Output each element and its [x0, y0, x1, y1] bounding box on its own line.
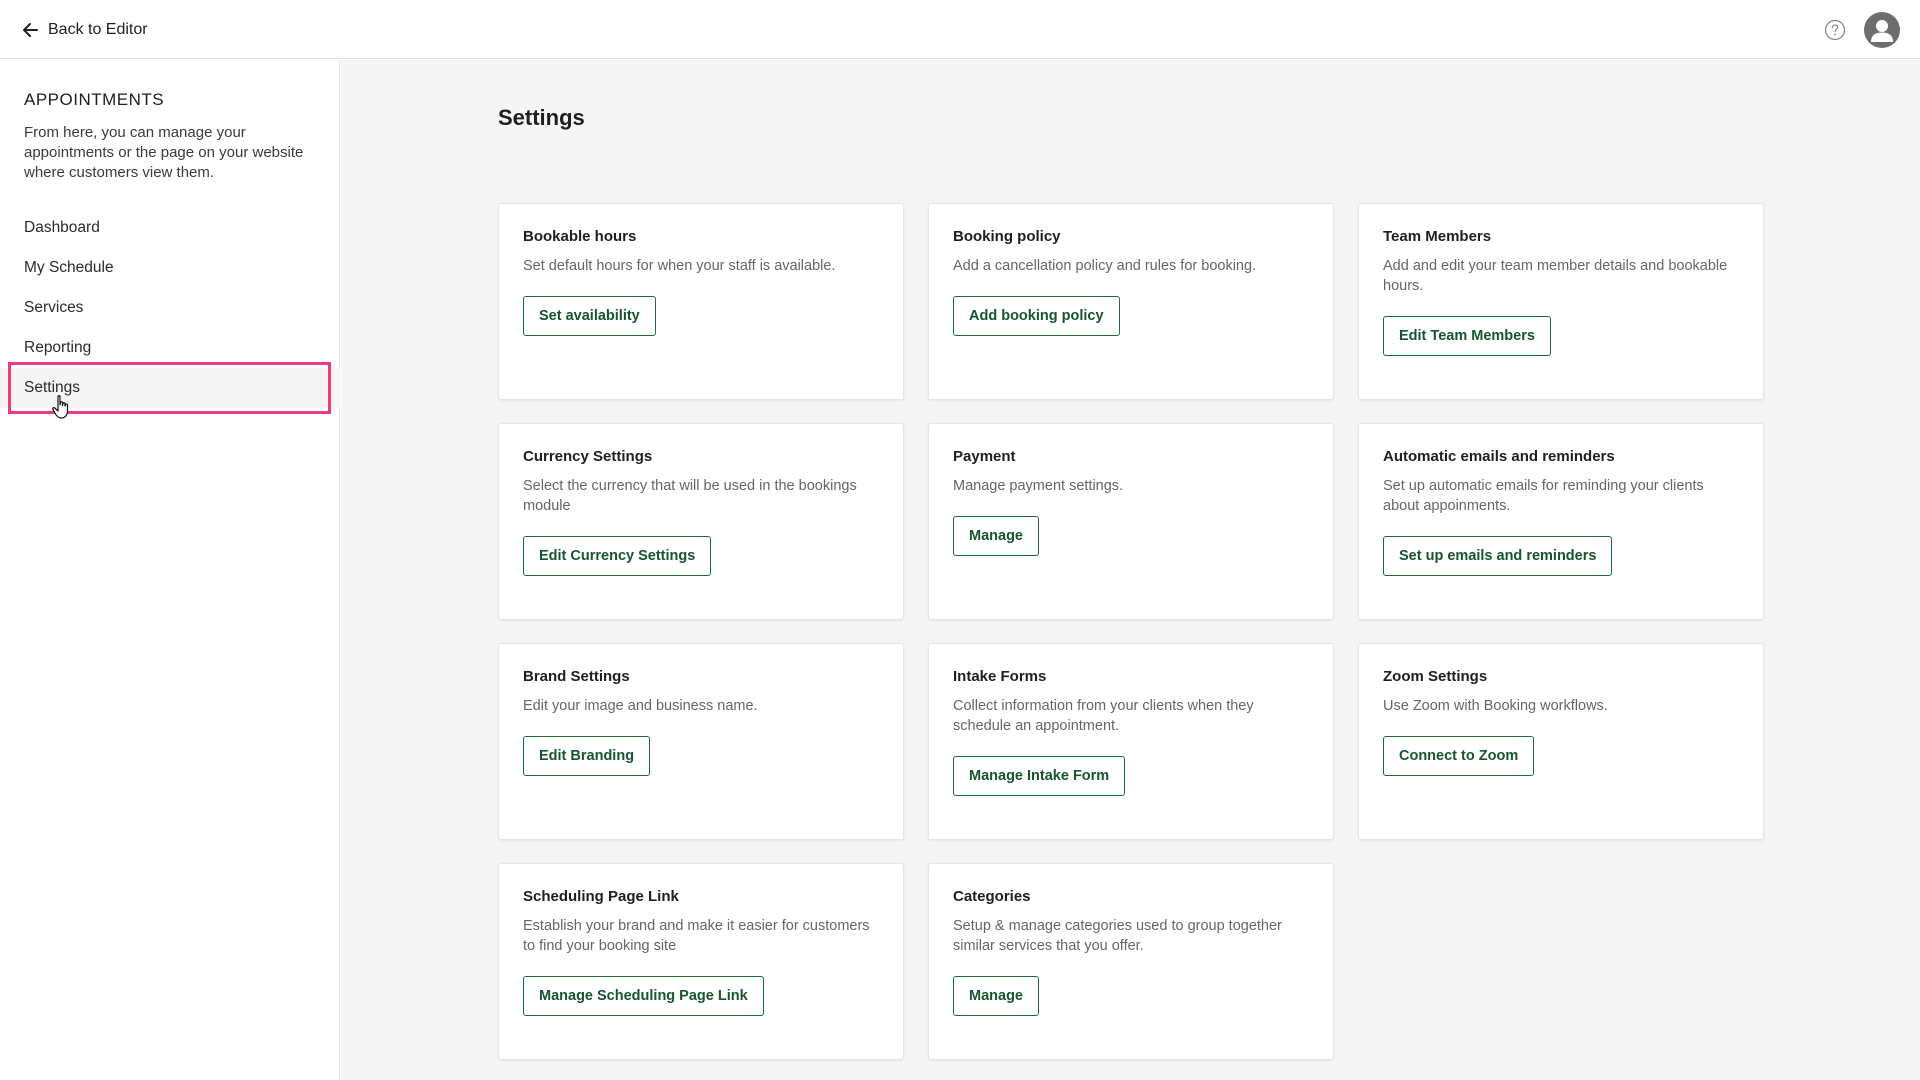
sidebar-description: From here, you can manage your appointme…: [24, 124, 304, 181]
sidebar-item-dashboard[interactable]: Dashboard: [0, 208, 340, 248]
card-description: Edit your image and business name.: [523, 698, 758, 714]
card-team-members: Team Members Add and edit your team memb…: [1358, 203, 1764, 400]
edit-team-members-button[interactable]: Edit Team Members: [1383, 316, 1551, 356]
card-description: Establish your brand and make it easier …: [523, 918, 870, 954]
card-description: Add a cancellation policy and rules for …: [953, 258, 1257, 274]
edit-branding-button[interactable]: Edit Branding: [523, 736, 651, 776]
card-description: Setup & manage categories used to group …: [953, 918, 1282, 954]
add-booking-policy-button[interactable]: Add booking policy: [953, 296, 1120, 336]
sidebar-item-services[interactable]: Services: [0, 288, 340, 328]
card-brand-settings: Brand Settings Edit your image and busin…: [498, 643, 904, 840]
top-bar: Back to Editor: [0, 0, 1920, 59]
user-avatar-icon[interactable]: [1864, 12, 1900, 48]
card-categories: Categories Setup & manage categories use…: [928, 863, 1334, 1060]
card-title: Bookable hours: [523, 228, 637, 245]
card-title: Categories: [953, 888, 1031, 905]
card-title: Zoom Settings: [1383, 668, 1488, 685]
card-description: Collect information from your clients wh…: [953, 698, 1254, 734]
card-description: Add and edit your team member details an…: [1383, 258, 1728, 294]
edit-currency-settings-button[interactable]: Edit Currency Settings: [523, 536, 712, 576]
card-description: Manage payment settings.: [953, 478, 1124, 494]
main-content: Settings Bookable hours Set default hour…: [341, 60, 1920, 1080]
help-circle-icon[interactable]: [1824, 19, 1846, 41]
settings-cards-grid: Bookable hours Set default hours for whe…: [498, 203, 1764, 1060]
manage-intake-form-button[interactable]: Manage Intake Form: [953, 756, 1126, 796]
card-description: Select the currency that will be used in…: [523, 478, 857, 514]
sidebar-item-my-schedule[interactable]: My Schedule: [0, 248, 340, 288]
card-title: Team Members: [1383, 228, 1492, 245]
card-payment: Payment Manage payment settings. Manage: [928, 423, 1334, 620]
card-booking-policy: Booking policy Add a cancellation policy…: [928, 203, 1334, 400]
card-bookable-hours: Bookable hours Set default hours for whe…: [498, 203, 904, 400]
set-availability-button[interactable]: Set availability: [523, 296, 656, 336]
sidebar-title: APPOINTMENTS: [24, 90, 165, 109]
sidebar-item-settings[interactable]: Settings: [0, 368, 340, 408]
card-title: Booking policy: [953, 228, 1061, 245]
card-intake-forms: Intake Forms Collect information from yo…: [928, 643, 1334, 840]
card-title: Intake Forms: [953, 668, 1047, 685]
back-to-editor-label: Back to Editor: [48, 21, 148, 38]
card-zoom-settings: Zoom Settings Use Zoom with Booking work…: [1358, 643, 1764, 840]
card-title: Brand Settings: [523, 668, 630, 685]
card-description: Set up automatic emails for reminding yo…: [1383, 478, 1704, 514]
card-currency-settings: Currency Settings Select the currency th…: [498, 423, 904, 620]
manage-scheduling-page-link-button[interactable]: Manage Scheduling Page Link: [523, 976, 764, 1016]
card-scheduling-page-link: Scheduling Page Link Establish your bran…: [498, 863, 904, 1060]
card-automatic-emails: Automatic emails and reminders Set up au…: [1358, 423, 1764, 620]
set-up-emails-button[interactable]: Set up emails and reminders: [1383, 536, 1613, 576]
card-title: Payment: [953, 448, 1016, 465]
manage-categories-button[interactable]: Manage: [953, 976, 1039, 1016]
sidebar-nav: Dashboard My Schedule Services Reporting…: [0, 208, 340, 408]
manage-payment-button[interactable]: Manage: [953, 516, 1039, 556]
sidebar: APPOINTMENTS From here, you can manage y…: [0, 60, 340, 1080]
connect-to-zoom-button[interactable]: Connect to Zoom: [1383, 736, 1535, 776]
card-title: Currency Settings: [523, 448, 653, 465]
page-title: Settings: [498, 105, 585, 130]
card-title: Automatic emails and reminders: [1383, 448, 1615, 465]
back-to-editor-link[interactable]: Back to Editor: [20, 16, 148, 44]
card-title: Scheduling Page Link: [523, 888, 679, 905]
sidebar-item-reporting[interactable]: Reporting: [0, 328, 340, 368]
card-description: Set default hours for when your staff is…: [523, 258, 836, 274]
card-description: Use Zoom with Booking workflows.: [1383, 698, 1608, 714]
arrow-left-icon: [23, 23, 38, 37]
